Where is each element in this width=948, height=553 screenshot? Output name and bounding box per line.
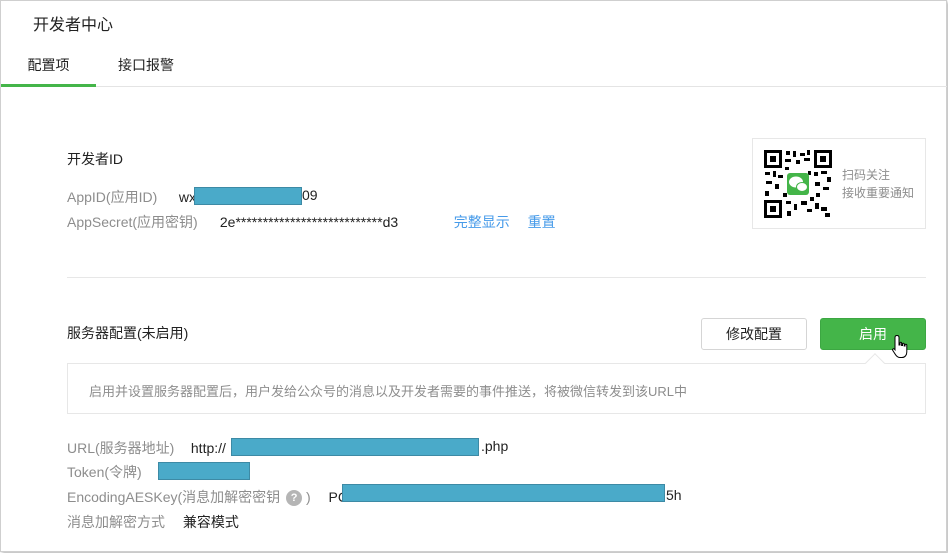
appsecret-value: 2e***************************d3: [219, 214, 399, 230]
server-tip-text: 启用并设置服务器配置后，用户发给公众号的消息以及开发者需要的事件推送，将被微信转…: [89, 384, 688, 399]
appid-label: AppID(应用ID): [67, 189, 158, 205]
hand-pointer-icon: [892, 334, 908, 358]
developer-center-panel: 开发者中心 配置项 接口报警 开发者ID AppID(应用ID) wx 09 A…: [0, 0, 947, 552]
url-row: URL(服务器地址) http://: [67, 438, 226, 456]
aeskey-label: EncodingAESKey(消息加解密密钥: [67, 489, 281, 505]
token-row: Token(令牌): [67, 462, 142, 480]
aeskey-label-end: ): [305, 489, 311, 505]
section-divider: [67, 277, 926, 278]
show-full-link[interactable]: 完整显示: [454, 214, 510, 230]
token-label: Token(令牌): [67, 464, 142, 480]
aeskey-suffix-wrap: 5h: [666, 487, 682, 505]
encrypt-mode-label: 消息加解密方式: [67, 514, 165, 530]
modify-config-button[interactable]: 修改配置: [701, 318, 807, 350]
aeskey-redaction: [342, 484, 665, 502]
tab-bar: 配置项 接口报警: [1, 45, 947, 87]
tab-config[interactable]: 配置项: [1, 45, 96, 87]
url-suffix: .php: [481, 438, 509, 454]
encrypt-mode-value: 兼容模式: [182, 514, 239, 530]
appsecret-row: AppSecret(应用密钥) 2e**********************…: [67, 212, 556, 230]
qr-code-icon: [763, 149, 833, 219]
aeskey-suffix: 5h: [666, 487, 682, 503]
appid-row: AppID(应用ID) wx: [67, 187, 196, 205]
tip-arrow: [865, 353, 885, 373]
server-config-heading: 服务器配置(未启用): [67, 325, 189, 341]
token-redaction: [158, 462, 250, 480]
url-suffix-wrap: .php: [481, 438, 508, 456]
page-title: 开发者中心: [33, 17, 114, 34]
encrypt-mode-row: 消息加解密方式 兼容模式: [67, 512, 239, 530]
tab-api-alerts[interactable]: 接口报警: [105, 45, 187, 87]
developer-id-heading: 开发者ID: [67, 151, 123, 167]
url-prefix: http://: [190, 440, 226, 456]
aeskey-row: EncodingAESKey(消息加解密密钥 ? ) PC: [67, 487, 348, 506]
reset-link[interactable]: 重置: [528, 214, 556, 230]
qr-notify-box: 扫码关注 接收重要通知: [752, 138, 926, 229]
appid-suffix-wrap: 09: [302, 187, 318, 205]
appid-suffix: 09: [302, 187, 318, 203]
qr-caption-line1: 扫码关注: [842, 168, 891, 182]
server-tip-box: 启用并设置服务器配置后，用户发给公众号的消息以及开发者需要的事件推送，将被微信转…: [67, 353, 926, 414]
question-circle-icon[interactable]: ?: [286, 490, 303, 506]
url-redaction: [231, 438, 479, 456]
appsecret-label: AppSecret(应用密钥): [67, 214, 198, 230]
appid-redaction: [194, 187, 302, 205]
qr-caption-line2: 接收重要通知: [842, 186, 915, 200]
url-label: URL(服务器地址): [67, 440, 175, 456]
qr-caption: 扫码关注 接收重要通知: [842, 166, 914, 202]
